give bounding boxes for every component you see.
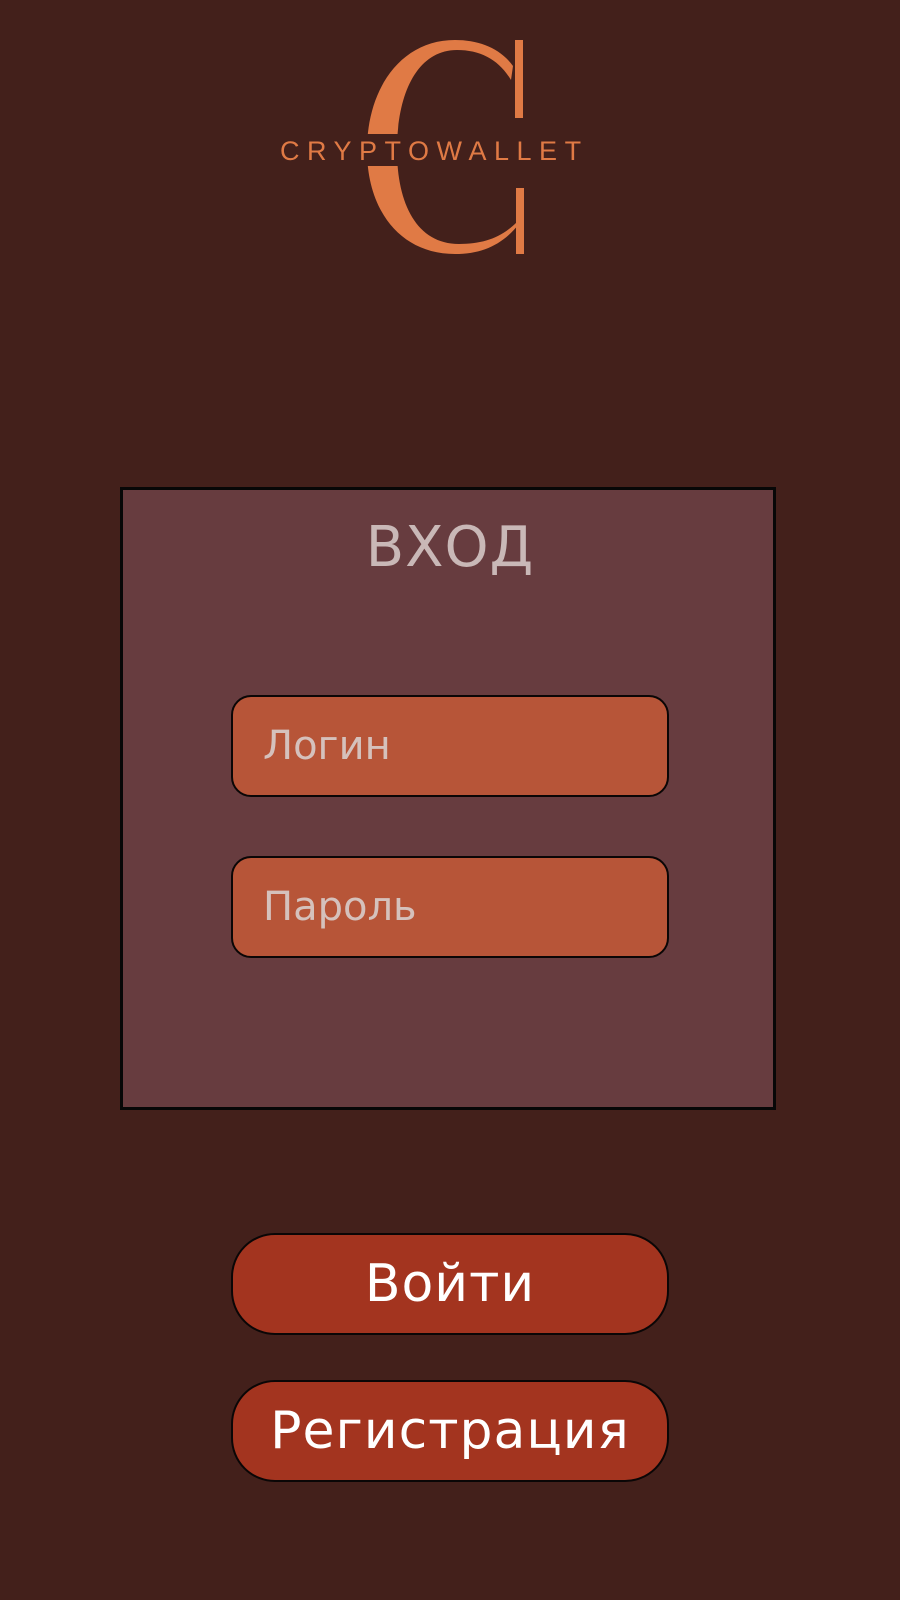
brand-name: CRYPTOWALLET bbox=[280, 136, 589, 166]
login-panel bbox=[120, 487, 776, 1110]
brand-logo: CRYPTOWALLET bbox=[0, 0, 900, 270]
login-input[interactable] bbox=[231, 695, 669, 797]
password-input[interactable] bbox=[231, 856, 669, 958]
login-button[interactable]: Войти bbox=[231, 1233, 669, 1335]
panel-title: ВХОД bbox=[365, 515, 535, 580]
register-button[interactable]: Регистрация bbox=[231, 1380, 669, 1482]
